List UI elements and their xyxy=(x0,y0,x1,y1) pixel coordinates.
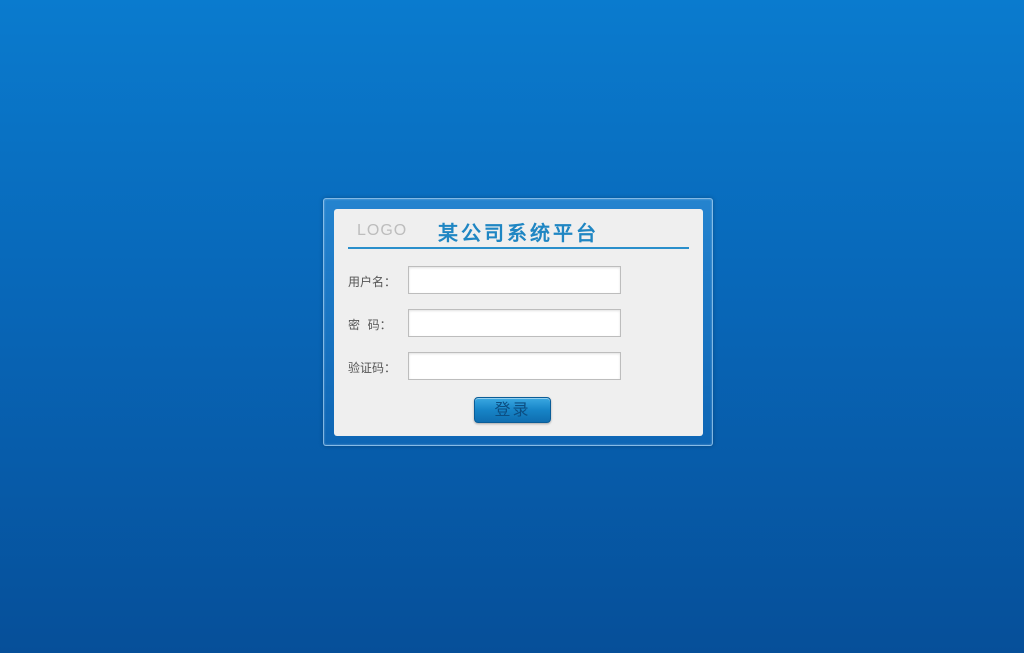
header-divider xyxy=(348,247,689,249)
captcha-input[interactable] xyxy=(408,352,621,380)
captcha-label: 验证码： xyxy=(348,361,397,375)
password-label: 密 码： xyxy=(348,318,392,332)
login-dialog-frame: LOGO 某公司系统平台 用户名： 密 码： 验证码： 登录 xyxy=(323,198,713,446)
password-input[interactable] xyxy=(408,309,621,337)
username-input[interactable] xyxy=(408,266,621,294)
logo: LOGO xyxy=(357,222,408,239)
login-button[interactable]: 登录 xyxy=(474,397,551,423)
username-label: 用户名： xyxy=(348,275,397,289)
page-title: 某公司系统平台 xyxy=(438,221,599,245)
login-panel: LOGO 某公司系统平台 用户名： 密 码： 验证码： 登录 xyxy=(334,209,703,436)
